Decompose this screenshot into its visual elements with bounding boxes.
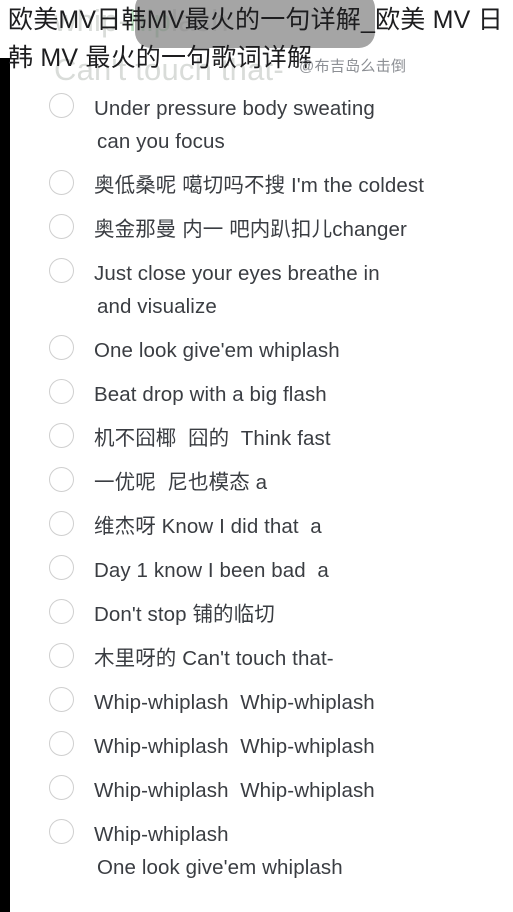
radio-circle-icon[interactable] — [49, 379, 74, 404]
lyric-line-main: Day 1 know I been bad a — [94, 559, 329, 582]
lyric-row[interactable]: Day 1 know I been bad a — [10, 552, 513, 596]
lyric-text: Whip-whiplash One look give'em whiplash — [94, 818, 343, 884]
lyric-line-continuation: and visualize — [97, 295, 217, 318]
radio-circle-icon[interactable] — [49, 423, 74, 448]
radio-circle-icon[interactable] — [49, 258, 74, 283]
radio-circle-icon[interactable] — [49, 467, 74, 492]
lyric-text: 奥低桑呢 噶切吗不搜 I'm the coldest — [94, 169, 424, 202]
radio-circle-icon[interactable] — [49, 335, 74, 360]
lyric-row[interactable]: 维杰呀 Know I did that a — [10, 508, 513, 552]
lyric-text: Whip-whiplash Whip-whiplash — [94, 774, 375, 807]
lyric-text: Whip-whiplash Whip-whiplash — [94, 686, 375, 719]
lyric-row[interactable]: Whip-whiplash Whip-whiplash — [10, 684, 513, 728]
lyric-row[interactable]: One look give'em whiplash — [10, 332, 513, 376]
lyric-line-continuation: One look give'em whiplash — [97, 856, 343, 879]
lyric-line-main: Just close your eyes breathe in — [94, 262, 380, 285]
lyrics-list[interactable]: Under pressure body sweating can you focu… — [10, 90, 513, 893]
lyric-text: Just close your eyes breathe in and visua… — [94, 257, 380, 323]
lyric-text: 维杰呀 Know I did that a — [94, 510, 322, 543]
lyric-row[interactable]: 木里呀的 Can't touch that- — [10, 640, 513, 684]
lyric-text: Under pressure body sweating can you focu… — [94, 92, 375, 158]
lyric-text: 一优呢 尼也模态 a — [94, 466, 267, 499]
lyric-text: Beat drop with a big flash — [94, 378, 327, 411]
lyric-line-main: Under pressure body sweating — [94, 97, 375, 120]
lyric-line-main: Whip-whiplash Whip-whiplash — [94, 735, 375, 758]
screenshot-root: whip-hiplash Can't touch that- Under pre… — [0, 0, 513, 912]
radio-circle-icon[interactable] — [49, 170, 74, 195]
lyric-text: One look give'em whiplash — [94, 334, 340, 367]
lyric-row[interactable]: Whip-whiplash Whip-whiplash — [10, 728, 513, 772]
lyric-text: 木里呀的 Can't touch that- — [94, 642, 334, 675]
lyric-line-main: 奥低桑呢 噶切吗不搜 I'm the coldest — [94, 174, 425, 197]
radio-circle-icon[interactable] — [49, 819, 74, 844]
watermark-credit: @布吉岛么击倒 — [299, 58, 407, 75]
lyric-line-main: One look give'em whiplash — [94, 339, 340, 362]
lyric-line-main: 木里呀的 Can't touch that- — [94, 647, 334, 670]
left-black-stripe — [0, 58, 10, 912]
radio-circle-icon[interactable] — [49, 643, 74, 668]
lyric-row[interactable]: Under pressure body sweating can you focu… — [10, 90, 513, 167]
lyric-line-continuation: can you focus — [97, 130, 225, 153]
lyric-row[interactable]: 一优呢 尼也模态 a — [10, 464, 513, 508]
article-background: whip-hiplash Can't touch that- Under pre… — [0, 0, 513, 912]
lyric-line-main: Don't stop 铺的临切 — [94, 603, 275, 626]
lyric-line-main: Whip-whiplash — [94, 823, 229, 846]
radio-circle-icon[interactable] — [49, 599, 74, 624]
lyric-line-main: Whip-whiplash Whip-whiplash — [94, 779, 375, 802]
lyric-row[interactable]: Just close your eyes breathe in and visua… — [10, 255, 513, 332]
lyric-line-main: Whip-whiplash Whip-whiplash — [94, 691, 375, 714]
lyric-line-main: 维杰呀 Know I did that a — [94, 515, 322, 538]
lyric-line-main: 机不囧椰 囧的 Think fast — [94, 427, 331, 450]
lyric-line-main: 奥金那曼 内一 吧内趴扣儿changer — [94, 218, 407, 241]
lyric-text: 机不囧椰 囧的 Think fast — [94, 422, 331, 455]
radio-circle-icon[interactable] — [49, 93, 74, 118]
radio-circle-icon[interactable] — [49, 731, 74, 756]
lyric-row[interactable]: 机不囧椰 囧的 Think fast — [10, 420, 513, 464]
lyric-line-main: Beat drop with a big flash — [94, 383, 327, 406]
radio-circle-icon[interactable] — [49, 511, 74, 536]
lyric-text: Don't stop 铺的临切 — [94, 598, 275, 631]
lyric-row[interactable]: 奥金那曼 内一 吧内趴扣儿changer — [10, 211, 513, 255]
lyric-text: Whip-whiplash Whip-whiplash — [94, 730, 375, 763]
radio-circle-icon[interactable] — [49, 687, 74, 712]
lyric-row[interactable]: Beat drop with a big flash — [10, 376, 513, 420]
lyric-line-main: 一优呢 尼也模态 a — [94, 471, 268, 494]
lyric-text: Day 1 know I been bad a — [94, 554, 329, 587]
lyric-row[interactable]: Whip-whiplash Whip-whiplash — [10, 772, 513, 816]
radio-circle-icon[interactable] — [49, 214, 74, 239]
lyric-text: 奥金那曼 内一 吧内趴扣儿changer — [94, 213, 407, 246]
lyric-row[interactable]: Whip-whiplash One look give'em whiplash — [10, 816, 513, 893]
page-title: 欧美MV日韩MV最火的一句详解_欧美 MV 日韩 MV 最火的一句歌词详解 — [8, 6, 503, 72]
radio-circle-icon[interactable] — [49, 775, 74, 800]
radio-circle-icon[interactable] — [49, 555, 74, 580]
lyric-row[interactable]: Don't stop 铺的临切 — [10, 596, 513, 640]
lyric-row[interactable]: 奥低桑呢 噶切吗不搜 I'm the coldest — [10, 167, 513, 211]
